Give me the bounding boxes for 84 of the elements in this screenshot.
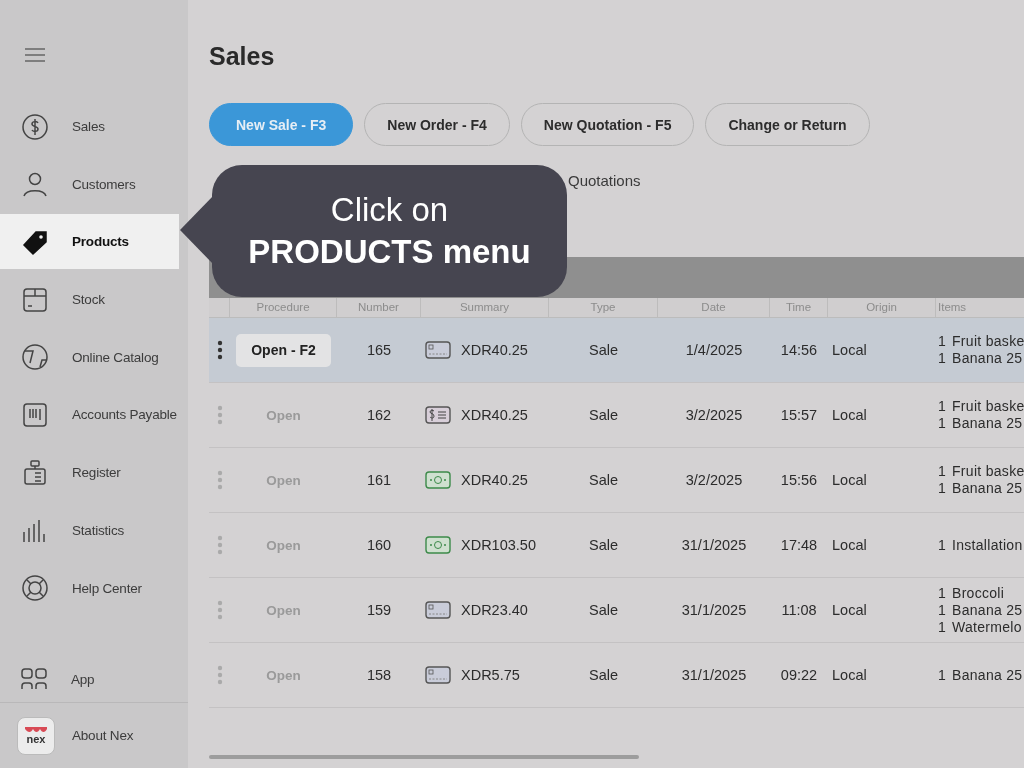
item-line: 1 Banana 25 (938, 350, 1024, 367)
cash-icon (425, 471, 451, 489)
sidebar-item[interactable]: Help Center (0, 560, 179, 616)
table-cell-text: 165 (365, 342, 393, 358)
table-cell: XDR23.40 (461, 602, 528, 618)
table-cell-text: Local (831, 472, 868, 488)
item-line: 1 Banana 25 (938, 601, 1024, 619)
barcode-icon (21, 400, 49, 429)
table-cell-text: Sale (588, 472, 619, 488)
table-cell-text: Local (831, 342, 868, 358)
table-cell-text: 160 (365, 537, 393, 553)
table-cell-text: 09:22 (779, 667, 819, 683)
item-line: 1 Fruit baske (938, 463, 1024, 480)
table-cell: XDR40.25 (461, 407, 528, 423)
table-cell-text: 15:57 (779, 407, 819, 423)
table-cell-text: 162 (365, 407, 393, 423)
sidebar-item[interactable]: Register (0, 445, 179, 501)
receipt-icon (425, 406, 451, 424)
card-icon (425, 601, 451, 619)
table-cell: XDR40.25 (461, 342, 528, 358)
scrollbar-thumb[interactable] (209, 755, 639, 759)
table-cell-text: Sale (588, 342, 619, 358)
table-cell-text: Sale (588, 407, 619, 423)
card-icon (425, 341, 451, 359)
table-cell-text: 3/2/2025 (684, 407, 744, 423)
sidebar-item[interactable]: Products (0, 214, 179, 270)
item-line: 1 Banana 25 (938, 480, 1024, 497)
item-line: 1 Fruit baske (938, 398, 1024, 415)
more-icon[interactable] (216, 340, 223, 360)
sidebar-item[interactable]: Stock (0, 272, 179, 328)
action-button[interactable]: New Order - F4 (364, 103, 510, 146)
table-cell-text: Local (831, 667, 868, 683)
item-line: 1 Watermelo (938, 618, 1023, 636)
app-item[interactable]: App (0, 664, 179, 694)
table-cell-text: Sale (588, 667, 619, 683)
page-title: Sales (209, 41, 276, 72)
globe-icon (21, 343, 49, 372)
table-cell-text: 158 (365, 667, 393, 683)
app-logo: nex (17, 716, 55, 755)
table-cell: XDR103.50 (461, 537, 536, 553)
table-row[interactable]: Open - F2 165 XDR40.25 Sale 1/4/2025 14:56 Local 1 Fruit baske 1 Banana 25 (209, 318, 1024, 383)
table-cell-text: 31/1/2025 (680, 667, 748, 683)
table-cell-text: Sale (588, 602, 619, 618)
card-icon (425, 666, 451, 684)
sidebar-item[interactable]: Online Catalog (0, 329, 179, 385)
tab[interactable]: Quotations (568, 172, 641, 192)
table-cell-text: Local (831, 537, 868, 553)
callout-text: Click on PRODUCTS menu (247, 190, 532, 272)
table-cell-text: 161 (365, 472, 393, 488)
table-cell-text: 1/4/2025 (684, 342, 744, 358)
open-button[interactable]: Open - F2 (236, 333, 331, 367)
table-cell-text: 11:08 (780, 602, 818, 618)
register-icon (21, 458, 49, 487)
table-cell-text: Local (831, 407, 868, 423)
about-item[interactable]: nex About Nex (0, 702, 188, 768)
menu-icon[interactable] (24, 47, 46, 63)
item-line: 1 Installation (938, 536, 1024, 554)
sidebar-item[interactable]: Customers (0, 156, 179, 212)
box-icon (21, 285, 49, 314)
lifebuoy-icon (21, 574, 49, 602)
item-line: 1 Fruit baske (938, 333, 1024, 350)
sidebar-item[interactable]: Statistics (0, 502, 179, 558)
sidebar-item[interactable]: Accounts Payable (0, 387, 179, 443)
cash-icon (425, 536, 451, 554)
item-line: 1 Broccoli (938, 584, 1006, 602)
table-cell-text: Sale (588, 537, 619, 553)
action-button[interactable]: Change or Return (705, 103, 870, 146)
table-cell-text: 31/1/2025 (680, 537, 748, 553)
table-cell-text: 31/1/2025 (680, 602, 748, 618)
table-cell-text: 14:56 (779, 342, 819, 358)
table-cell-text: 17:48 (779, 537, 819, 553)
item-line: 1 Banana 25 (938, 666, 1024, 684)
table-cell-text: 3/2/2025 (684, 472, 744, 488)
action-button[interactable]: New Quotation - F5 (520, 103, 695, 146)
dollar-icon (21, 112, 49, 141)
sidebar-item[interactable]: Sales (0, 99, 179, 154)
grid-icon (21, 668, 47, 690)
table-cell-text: Local (831, 602, 868, 618)
table-cell: XDR5.75 (461, 667, 520, 683)
person-icon (21, 170, 49, 199)
table-cell: XDR40.25 (461, 472, 528, 488)
table-cell-text: 159 (365, 602, 393, 618)
item-line: 1 Banana 25 (938, 415, 1024, 432)
table-cell-text: 15:56 (779, 472, 819, 488)
